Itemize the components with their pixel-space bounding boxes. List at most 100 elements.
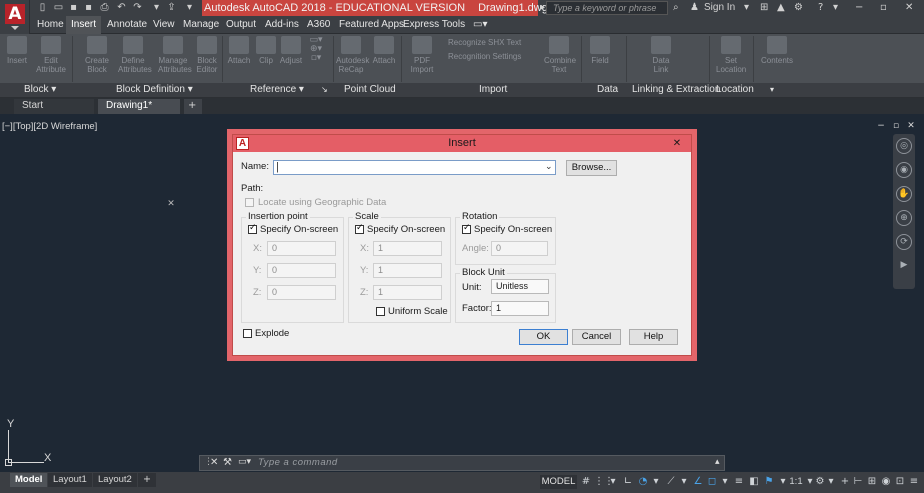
chevron-down-icon[interactable]: ▾ xyxy=(720,475,730,489)
help-icon[interactable]: ? xyxy=(818,2,832,14)
scale-specify-onscreen-checkbox[interactable] xyxy=(355,223,364,234)
autodesk-recap-button[interactable]: Autodesk ReCap xyxy=(336,36,369,74)
chevron-down-icon[interactable]: ▾ xyxy=(770,83,774,98)
undo-icon[interactable]: ↶ xyxy=(116,2,127,13)
workspace-switching-icon[interactable]: ⚙ xyxy=(814,475,826,489)
tab-view[interactable]: View xyxy=(148,16,180,34)
recent-commands-icon[interactable]: ▭▾ xyxy=(238,457,251,467)
geographic-data-checkbox[interactable] xyxy=(245,198,254,207)
close-window-button[interactable]: ✕ xyxy=(905,2,919,14)
grid-icon[interactable]: # xyxy=(580,475,592,489)
wrench-icon[interactable]: ⚒ xyxy=(223,457,232,468)
insertion-x-field[interactable]: 0 xyxy=(267,241,336,256)
open-file-icon[interactable]: ▭ xyxy=(53,2,64,13)
viewcube-icon[interactable]: ◎ xyxy=(896,138,912,154)
tab-a360[interactable]: A360 xyxy=(302,16,335,34)
viewport-close-icon[interactable]: ✕ xyxy=(906,121,916,131)
isolate-objects-icon[interactable]: ◉ xyxy=(880,475,892,489)
tab-annotate[interactable]: Annotate xyxy=(102,16,152,34)
block-editor-button[interactable]: Block Editor xyxy=(192,36,222,74)
reference-tools-icon[interactable]: ▭▾ ⊕▾ ▫▾ xyxy=(304,36,328,63)
command-input[interactable]: Type a command xyxy=(258,457,338,468)
panel-import[interactable]: Import xyxy=(479,83,507,98)
scale-z-field[interactable]: 1 xyxy=(373,285,442,300)
panel-location[interactable]: Location xyxy=(716,83,754,98)
pan-icon[interactable]: ✋ xyxy=(896,186,912,202)
tab-express-tools[interactable]: Express Tools xyxy=(398,16,470,34)
a360-icon[interactable]: ▲ xyxy=(777,2,789,14)
sign-in-link[interactable]: Sign In xyxy=(704,2,744,14)
viewport-restore-icon[interactable]: ▫ xyxy=(891,121,901,131)
block-name-combobox[interactable]: | ⌄ xyxy=(273,160,556,175)
user-icon[interactable]: ♟ xyxy=(690,2,700,14)
add-layout-icon[interactable]: + xyxy=(138,473,156,487)
application-menu-button[interactable]: A xyxy=(0,0,30,34)
annotation-monitor-icon[interactable]: + xyxy=(839,475,851,489)
search-icon[interactable]: ⌕ xyxy=(673,2,683,14)
model-space-button[interactable]: MODEL xyxy=(540,475,577,489)
panel-point-cloud[interactable]: Point Cloud xyxy=(344,83,396,98)
isodraft-icon[interactable]: ⟋ xyxy=(665,475,677,489)
recognition-settings-button[interactable]: Recognition Settings xyxy=(448,52,540,61)
insertion-specify-onscreen-checkbox[interactable] xyxy=(248,223,257,234)
set-location-button[interactable]: Set Location xyxy=(716,36,746,74)
zoom-extents-icon[interactable]: ⊕ xyxy=(896,210,912,226)
layout-tab-layout2[interactable]: Layout2 xyxy=(93,473,137,487)
layout-tab-model[interactable]: Model xyxy=(10,473,48,487)
browse-button[interactable]: Browse... xyxy=(566,160,617,176)
chevron-down-icon[interactable]: ▾ xyxy=(608,475,618,489)
panel-launcher-icon[interactable]: ↘ xyxy=(321,83,328,98)
chevron-up-icon[interactable]: ▴ xyxy=(715,457,720,467)
explode-checkbox[interactable] xyxy=(243,329,252,338)
chevron-down-icon[interactable]: ⌄ xyxy=(545,161,553,174)
cancel-button[interactable]: Cancel xyxy=(572,329,621,345)
scale-y-field[interactable]: 1 xyxy=(373,263,442,278)
store-icon[interactable]: ⊞ xyxy=(760,2,772,14)
units-icon[interactable]: ⊢ xyxy=(852,475,864,489)
search-input[interactable]: Type a keyword or phrase xyxy=(546,1,668,15)
object-snap-tracking-icon[interactable]: ∠ xyxy=(692,475,704,489)
field-button[interactable]: Field xyxy=(585,36,615,65)
edit-attribute-button[interactable]: Edit Attribute xyxy=(36,36,66,74)
chevron-down-icon[interactable]: ▾ xyxy=(744,2,752,14)
help-button[interactable]: Help xyxy=(629,329,678,345)
object-snap-icon[interactable]: ◻ xyxy=(706,475,718,489)
annotation-visibility-icon[interactable]: ⚑ xyxy=(763,475,775,489)
panel-block[interactable]: Block ▾ xyxy=(24,83,56,98)
manage-attributes-button[interactable]: Manage Attributes xyxy=(158,36,192,74)
save-icon[interactable]: ▪ xyxy=(68,2,79,13)
tab-insert[interactable]: Insert xyxy=(66,16,102,34)
panel-reference[interactable]: Reference ▾ xyxy=(250,83,304,98)
customize-toolbar-icon[interactable]: ▾ xyxy=(184,2,195,13)
chevron-down-icon[interactable]: ▾ xyxy=(651,475,661,489)
viewport-minimize-icon[interactable]: − xyxy=(876,121,886,131)
combine-text-button[interactable]: Combine Text xyxy=(544,36,576,74)
annotation-scale[interactable]: 1:1 xyxy=(787,475,805,489)
insertion-y-field[interactable]: 0 xyxy=(267,263,336,278)
print-icon[interactable]: ⎙ xyxy=(99,2,110,13)
close-dialog-button[interactable]: ✕ xyxy=(670,137,684,150)
adjust-button[interactable]: Adjust xyxy=(276,36,306,65)
panel-linking-extraction[interactable]: Linking & Extraction xyxy=(632,83,720,98)
tab-manage[interactable]: Manage xyxy=(178,16,224,34)
close-tab-icon[interactable]: ✕ xyxy=(166,198,176,210)
pdf-import-button[interactable]: PDF Import xyxy=(407,36,437,74)
define-attributes-button[interactable]: Define Attributes xyxy=(118,36,152,74)
insert-block-button[interactable]: Insert xyxy=(2,36,32,65)
data-link-button[interactable]: Data Link xyxy=(646,36,676,74)
showmotion-icon[interactable]: ▶ xyxy=(896,258,912,274)
save-as-icon[interactable]: ▪ xyxy=(83,2,94,13)
tab-home[interactable]: Home xyxy=(32,16,69,34)
stay-connected-icon[interactable]: ⚙ xyxy=(794,2,806,14)
angle-field[interactable]: 0 xyxy=(491,241,548,256)
new-tab-icon[interactable]: + xyxy=(184,99,202,114)
panel-data[interactable]: Data xyxy=(597,83,618,98)
ortho-icon[interactable]: ∟ xyxy=(622,475,634,489)
orbit-icon[interactable]: ⟳ xyxy=(896,234,912,250)
hardware-acceleration-icon[interactable]: ⊡ xyxy=(894,475,906,489)
ribbon-options-icon[interactable]: ▭▾ xyxy=(468,16,492,34)
uniform-scale-checkbox[interactable] xyxy=(376,307,385,316)
transparency-icon[interactable]: ◧ xyxy=(748,475,760,489)
recognize-shx-text-button[interactable]: Recognize SHX Text xyxy=(448,38,540,47)
minimize-button[interactable]: − xyxy=(855,2,869,14)
